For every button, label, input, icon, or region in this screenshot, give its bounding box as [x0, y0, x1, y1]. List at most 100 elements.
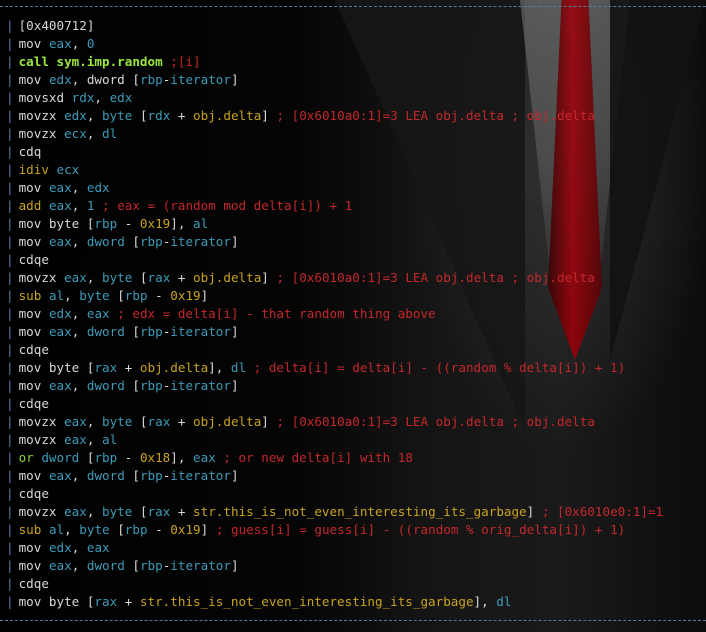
asm-line: | mov edx, eax ; edx = delta[i] - that ra…	[0, 305, 706, 323]
asm-line: | movzx eax, byte [rax + str.this_is_not_…	[0, 503, 706, 521]
asm-token: dword	[86, 378, 125, 393]
asm-token: ],	[473, 594, 497, 609]
asm-token: eax	[48, 198, 72, 213]
asm-token: eax	[193, 450, 216, 465]
asm-token: mov	[18, 180, 49, 195]
asm-line: | mov edx, dword [rbp-iterator]	[0, 71, 706, 89]
asm-line: | movzx edx, byte [rdx + obj.delta] ; [0x…	[0, 107, 706, 125]
line-gutter-bar: |	[6, 108, 14, 123]
asm-token: al	[102, 432, 118, 447]
asm-token: edx	[109, 90, 133, 105]
asm-line: | mov byte [rax + str.this_is_not_even_in…	[0, 593, 706, 611]
asm-token: ; guess[i] = guess[i] - ((random % orig_…	[208, 522, 626, 537]
asm-token: +	[170, 270, 194, 285]
asm-line: | movzx eax, al	[0, 431, 706, 449]
asm-token: ; [0x6010e0:1]=1	[541, 504, 664, 519]
asm-line: | mov eax, dword [rbp-iterator]	[0, 233, 706, 251]
asm-token: rbp	[139, 378, 163, 393]
asm-token: ; [0x6010a0:1]=3 LEA obj.delta ; obj.del…	[276, 270, 595, 285]
asm-token: cdqe	[18, 576, 49, 591]
asm-token: ]	[261, 414, 277, 429]
asm-token: eax	[86, 306, 110, 321]
asm-token: ecx	[64, 126, 87, 141]
asm-token: sub	[18, 288, 49, 303]
asm-token: ; or new delta[i] with 18	[215, 450, 413, 465]
asm-token: rax	[147, 270, 171, 285]
asm-token: rbp	[94, 450, 118, 465]
asm-line: | movzx ecx, dl	[0, 125, 706, 143]
asm-token: iterator	[170, 324, 231, 339]
asm-token: ,	[86, 504, 103, 519]
line-gutter-bar: |	[6, 306, 14, 321]
asm-token: [	[79, 450, 95, 465]
asm-line: | cdqe	[0, 395, 706, 413]
asm-token: rbp	[139, 72, 163, 87]
asm-token: eax	[48, 558, 72, 573]
asm-line: | mov eax, dword [rbp-iterator]	[0, 377, 706, 395]
asm-token: dword	[86, 558, 125, 573]
asm-token: ]	[230, 72, 239, 87]
asm-token: movzx	[18, 504, 65, 519]
asm-token: 0x19	[139, 216, 171, 231]
asm-token: dword	[41, 450, 80, 465]
asm-token: iterator	[170, 378, 231, 393]
line-gutter-bar: |	[6, 558, 14, 573]
asm-token: rbp	[124, 522, 148, 537]
asm-token: ,	[71, 306, 87, 321]
asm-token: edx	[48, 540, 72, 555]
asm-token: sub	[18, 522, 49, 537]
asm-token: eax	[48, 378, 72, 393]
asm-token: -	[147, 522, 171, 537]
asm-token: ]	[526, 504, 542, 519]
asm-token: [0x400712]	[18, 18, 95, 33]
asm-token: [	[124, 378, 140, 393]
block-bottom-border	[0, 620, 706, 621]
asm-token: ,	[86, 108, 103, 123]
asm-token: eax	[48, 234, 72, 249]
asm-token: byte	[102, 270, 133, 285]
asm-token: rdx	[71, 90, 95, 105]
asm-token: mov	[18, 468, 49, 483]
asm-token: ]	[230, 378, 239, 393]
asm-token: or	[18, 450, 42, 465]
asm-token: ,	[71, 36, 87, 51]
asm-token: -	[147, 288, 171, 303]
asm-token: rdx	[147, 108, 171, 123]
asm-line: | or dword [rbp - 0x18], eax ; or new del…	[0, 449, 706, 467]
asm-line: | mov byte [rax + obj.delta], dl ; delta[…	[0, 359, 706, 377]
asm-token: movzx	[18, 126, 65, 141]
asm-token: eax	[48, 180, 72, 195]
asm-line: | add eax, 1 ; eax = (random mod delta[i]…	[0, 197, 706, 215]
asm-token: mov byte [	[18, 216, 95, 231]
line-gutter-bar: |	[6, 360, 14, 375]
asm-line: | mov eax, dword [rbp-iterator]	[0, 323, 706, 341]
asm-token: mov	[18, 72, 49, 87]
line-gutter-bar: |	[6, 450, 14, 465]
asm-token: byte	[102, 504, 133, 519]
asm-token: rbp	[124, 288, 148, 303]
line-gutter-bar: |	[6, 162, 14, 177]
asm-token: ,	[94, 90, 110, 105]
asm-token: [	[132, 504, 148, 519]
asm-line: | idiv ecx	[0, 161, 706, 179]
asm-token: [	[124, 468, 140, 483]
line-gutter-bar: |	[6, 18, 14, 33]
disassembly-listing[interactable]: | [0x400712] | mov eax, 0 | call sym.imp.rand…	[0, 17, 706, 617]
asm-token: ]	[200, 288, 209, 303]
line-gutter-bar: |	[6, 576, 14, 591]
asm-token: ,	[64, 288, 80, 303]
asm-token: ],	[208, 360, 231, 375]
asm-line: | sub al, byte [rbp - 0x19]	[0, 287, 706, 305]
asm-token: eax	[86, 540, 110, 555]
asm-token: 0x18	[139, 450, 171, 465]
asm-token: dword	[86, 324, 125, 339]
asm-token: [	[132, 270, 148, 285]
asm-line: | call sym.imp.random ;[i]	[0, 53, 706, 71]
asm-token: obj.delta	[193, 108, 262, 123]
asm-token: str.this_is_not_even_interesting_its_gar…	[193, 504, 527, 519]
asm-token: [	[124, 324, 140, 339]
asm-token: mov byte [	[18, 360, 95, 375]
asm-token: ; [0x6010a0:1]=3 LEA obj.delta ; obj.del…	[276, 108, 595, 123]
asm-token: cdqe	[18, 396, 49, 411]
asm-line: | movzx eax, byte [rax + obj.delta] ; [0x…	[0, 413, 706, 431]
